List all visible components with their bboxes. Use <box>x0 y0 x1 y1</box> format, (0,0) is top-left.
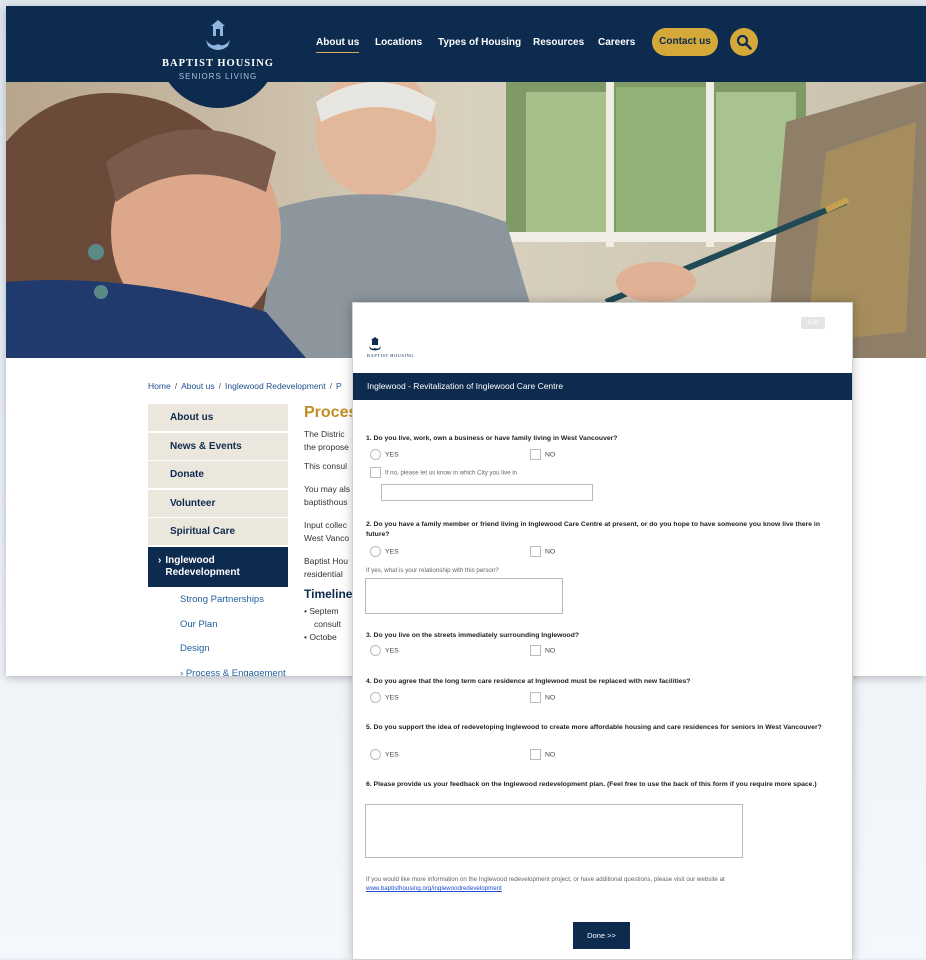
sidebar-item-volunteer[interactable]: Volunteer <box>148 489 288 517</box>
search-icon <box>736 34 752 50</box>
sidebar-item-news-events[interactable]: News & Events <box>148 432 288 460</box>
sidebar-subitem-strong-partnerships[interactable]: Strong Partnerships <box>148 588 288 613</box>
question-5: 5. Do you support the idea of redevelopi… <box>366 724 822 731</box>
sidebar-subitem-our-plan[interactable]: Our Plan <box>148 613 288 638</box>
survey-form: Exit BAPTIST HOUSING Inglewood - Revital… <box>352 302 853 960</box>
breadcrumb-inglewood-redevelopment[interactable]: Inglewood Redevelopment <box>225 381 326 391</box>
q4-yes-option[interactable]: YES <box>370 692 399 703</box>
nav-careers[interactable]: Careers <box>598 37 635 48</box>
q1-city-input[interactable] <box>381 484 593 501</box>
form-title: Inglewood - Revitalization of Inglewood … <box>353 373 852 400</box>
q2-yes-option[interactable]: YES <box>370 546 399 557</box>
timeline-item-text: consult <box>314 619 341 629</box>
checkbox[interactable] <box>530 645 541 656</box>
brand-tagline: SENIORS LIVING <box>178 72 258 81</box>
sidebar-nav: About us News & Events Donate Volunteer … <box>148 404 288 676</box>
breadcrumb: Home / About us / Inglewood Redevelopment / P <box>148 381 342 391</box>
checkbox[interactable] <box>370 467 381 478</box>
q1-no-option[interactable]: NO <box>530 449 555 460</box>
radio-button[interactable] <box>370 692 381 703</box>
radio-button[interactable] <box>370 546 381 557</box>
q3-no-option[interactable]: NO <box>530 645 555 656</box>
option-label: YES <box>385 694 399 702</box>
nav-about-us[interactable]: About us <box>316 37 360 53</box>
option-label: NO <box>545 647 556 655</box>
q6-feedback-textarea[interactable] <box>365 804 743 858</box>
nav-locations[interactable]: Locations <box>375 37 422 48</box>
sidebar-subitem-process-engagement[interactable]: › Process & Engagement <box>148 662 288 677</box>
site-header: About us Locations Types of Housing Reso… <box>6 6 926 82</box>
option-label: NO <box>545 451 556 459</box>
question-1: 1. Do you live, work, own a business or … <box>366 435 618 442</box>
done-button[interactable]: Done >> <box>573 922 630 949</box>
house-hands-logo-icon <box>369 337 381 351</box>
radio-button[interactable] <box>370 449 381 460</box>
sidebar-subitem-design[interactable]: Design <box>148 637 288 662</box>
breadcrumb-current[interactable]: P <box>336 381 342 391</box>
q5-no-option[interactable]: NO <box>530 749 555 760</box>
q2-no-option[interactable]: NO <box>530 546 555 557</box>
option-label: YES <box>385 647 399 655</box>
footer-note-text: If you would like more information on th… <box>366 876 725 883</box>
sidebar-item-about-us[interactable]: About us <box>148 404 288 431</box>
footer-note: If you would like more information on th… <box>366 875 836 893</box>
sidebar-item-donate[interactable]: Donate <box>148 461 288 488</box>
timeline-item-text: Octobe <box>309 632 337 642</box>
website-link[interactable]: www.baptisthousing.org/inglewoodredevelo… <box>366 885 502 892</box>
checkbox[interactable] <box>530 546 541 557</box>
q3-yes-option[interactable]: YES <box>370 645 399 656</box>
checkbox[interactable] <box>530 692 541 703</box>
form-logo-text: BAPTIST HOUSING <box>367 353 415 358</box>
radio-button[interactable] <box>370 645 381 656</box>
option-label: YES <box>385 548 399 556</box>
sidebar-item-spiritual-care[interactable]: Spiritual Care <box>148 518 288 545</box>
timeline-item-text: Septem <box>309 606 339 616</box>
exit-button[interactable]: Exit <box>801 317 825 329</box>
contact-us-button[interactable]: Contact us <box>652 28 718 56</box>
q4-no-option[interactable]: NO <box>530 692 555 703</box>
chevron-right-icon: › <box>158 554 162 566</box>
q5-yes-option[interactable]: YES <box>370 749 399 760</box>
q1-followup: If no, please let us know in which City … <box>370 467 517 478</box>
sidebar-item-inglewood-redevelopment[interactable]: › Inglewood Redevelopment <box>148 546 288 587</box>
question-4: 4. Do you agree that the long term care … <box>366 678 691 685</box>
breadcrumb-home[interactable]: Home <box>148 381 171 391</box>
question-2: 2. Do you have a family member or friend… <box>366 521 820 538</box>
option-label: NO <box>545 694 556 702</box>
question-3: 3. Do you live on the streets immediatel… <box>366 632 580 639</box>
breadcrumb-about-us[interactable]: About us <box>181 381 215 391</box>
nav-types-of-housing[interactable]: Types of Housing <box>438 37 521 48</box>
brand-name: BAPTIST HOUSING <box>162 58 274 69</box>
checkbox[interactable] <box>530 749 541 760</box>
q2-relationship-textarea[interactable] <box>365 578 563 614</box>
option-label: NO <box>545 751 556 759</box>
sidebar-item-label: Inglewood Redevelopment <box>165 554 240 578</box>
radio-button[interactable] <box>370 749 381 760</box>
q1-yes-option[interactable]: YES <box>370 449 399 460</box>
q2-followup-label: If yes, what is your relationship with t… <box>366 567 499 574</box>
sidebar-subitem-label: Process & Engagement <box>185 667 286 677</box>
checkbox[interactable] <box>530 449 541 460</box>
question-6: 6. Please provide us your feedback on th… <box>366 781 817 788</box>
q1-followup-label: If no, please let us know in which City … <box>385 469 518 477</box>
option-label: YES <box>385 751 399 759</box>
house-hands-logo-icon <box>206 20 230 50</box>
search-button[interactable] <box>730 28 758 56</box>
option-label: NO <box>545 548 556 556</box>
nav-resources[interactable]: Resources <box>533 37 584 48</box>
option-label: YES <box>385 451 399 459</box>
